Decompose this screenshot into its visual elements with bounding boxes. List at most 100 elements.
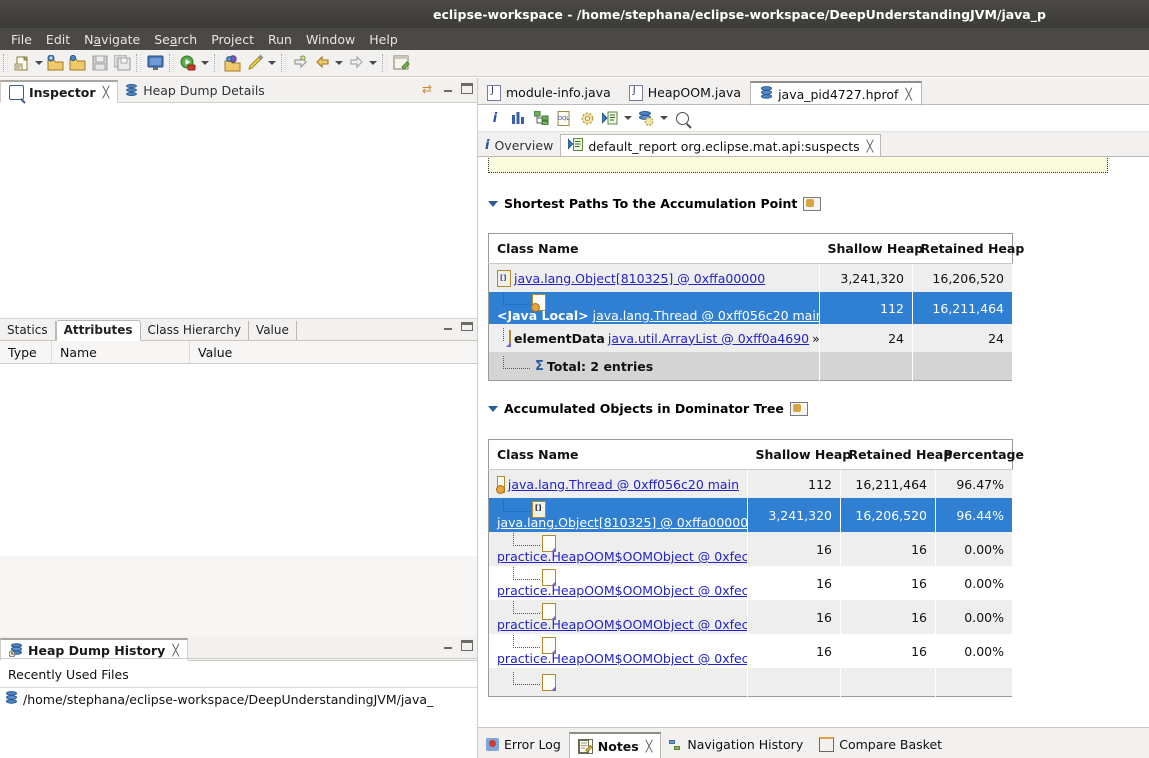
maximize-icon-sub[interactable] bbox=[461, 322, 473, 331]
object-link[interactable]: java.lang.Thread @ 0xff056c20 main bbox=[593, 308, 819, 323]
chevron-down-icon-report[interactable] bbox=[622, 107, 634, 129]
maximize-icon-hdh[interactable] bbox=[461, 640, 473, 651]
tab-navigation-history[interactable]: Navigation History bbox=[661, 731, 811, 758]
tab-class-hierarchy[interactable]: Class Hierarchy bbox=[141, 321, 249, 340]
column-type[interactable]: Type bbox=[0, 341, 52, 363]
close-icon-hdh[interactable]: ╳ bbox=[172, 644, 179, 657]
search-icon[interactable] bbox=[671, 107, 693, 129]
cell-class-name[interactable] bbox=[488, 668, 748, 697]
column-shallow-heap[interactable]: Shallow Heap bbox=[747, 439, 851, 470]
table-row[interactable]: practice.HeapOOM$OOMObject @ 0xfec00020 … bbox=[488, 600, 1013, 634]
column-retained-heap[interactable]: Retained Heap bbox=[912, 233, 1024, 264]
forward-arrow-icon[interactable] bbox=[345, 52, 367, 74]
chevron-down-icon-back[interactable] bbox=[333, 52, 345, 74]
table-row[interactable]: elementData java.util.ArrayList @ 0xff0a… bbox=[488, 324, 1013, 352]
minimize-icon-hdh[interactable] bbox=[443, 640, 454, 651]
editor-tab-module-info[interactable]: module-info.java bbox=[478, 80, 620, 105]
report-content[interactable]: Arrays.java:3026 Shortest Paths To the A… bbox=[478, 157, 1149, 728]
table-row-selected[interactable]: <Java Local> java.lang.Thread @ 0xff056c… bbox=[488, 292, 1013, 324]
column-name[interactable]: Name bbox=[52, 341, 190, 363]
oql-icon[interactable]: OQL bbox=[553, 107, 575, 129]
gear-icon[interactable] bbox=[576, 107, 598, 129]
minimize-icon[interactable] bbox=[443, 83, 454, 94]
dominator-tree-icon[interactable] bbox=[530, 107, 552, 129]
menu-item-project[interactable]: Project bbox=[204, 30, 261, 49]
object-link[interactable]: java.util.ArrayList @ 0xff0a4690 bbox=[608, 331, 809, 346]
snapshot-icon-sec1[interactable] bbox=[803, 196, 822, 211]
table-row[interactable]: practice.HeapOOM$OOMObject @ 0xfec00010 … bbox=[488, 566, 1013, 600]
object-link[interactable]: practice.HeapOOM$OOMObject @ 0xfec00010 bbox=[497, 583, 747, 598]
new-file-icon[interactable] bbox=[11, 52, 33, 74]
object-link[interactable]: practice.HeapOOM$OOMObject @ 0xfec00030 bbox=[497, 651, 747, 666]
left-horizontal-splitter[interactable] bbox=[0, 658, 477, 659]
toolbar-grip[interactable] bbox=[3, 54, 8, 72]
object-link[interactable]: practice.HeapOOM$OOMObject @ 0xfec00020 bbox=[497, 617, 747, 632]
shortest-paths-table[interactable]: Class Name Shallow Heap Retained Heap []… bbox=[488, 233, 1024, 381]
tab-heap-dump-details[interactable]: Heap Dump Details bbox=[118, 79, 273, 102]
tab-notes[interactable]: Notes ╳ bbox=[568, 732, 662, 758]
minimize-icon-sub[interactable] bbox=[443, 321, 454, 332]
cell-class-name[interactable]: <Java Local> java.lang.Thread @ 0xff056c… bbox=[488, 292, 820, 324]
back-arrow-icon[interactable] bbox=[311, 52, 333, 74]
editor-tab-heapoom[interactable]: HeapOOM.java bbox=[620, 80, 750, 105]
table-row-partial[interactable] bbox=[488, 668, 1013, 697]
tab-compare-basket[interactable]: Compare Basket bbox=[811, 731, 950, 758]
next-annotation-icon[interactable] bbox=[289, 52, 311, 74]
cell-class-name[interactable]: practice.HeapOOM$OOMObject @ 0xfec00010 bbox=[488, 566, 748, 600]
tab-inspector[interactable]: Inspector ╳ bbox=[0, 80, 119, 103]
table-row-selected[interactable]: [] java.lang.Object[810325] @ 0xffa00000… bbox=[488, 498, 1013, 532]
histogram-icon[interactable] bbox=[507, 107, 529, 129]
save-all-icon[interactable] bbox=[111, 52, 133, 74]
report-tab-overview[interactable]: i Overview bbox=[478, 133, 560, 157]
cell-class-name[interactable]: practice.HeapOOM$OOMObject @ 0xfec00000 bbox=[488, 532, 748, 566]
attributes-table-body[interactable] bbox=[0, 364, 477, 556]
debug-icon[interactable] bbox=[222, 52, 244, 74]
menu-item-file[interactable]: File bbox=[4, 30, 39, 49]
dominator-tree-table[interactable]: Class Name Shallow Heap Retained Heap Pe… bbox=[488, 439, 1024, 697]
chevron-down-icon-sec1[interactable] bbox=[488, 200, 498, 207]
tab-statics[interactable]: Statics bbox=[0, 321, 56, 340]
link-with-selection-icon[interactable]: ⇄ bbox=[422, 82, 436, 96]
run-report-icon[interactable] bbox=[599, 107, 621, 129]
tab-error-log[interactable]: Error Log bbox=[478, 731, 569, 758]
column-class-name[interactable]: Class Name bbox=[488, 439, 748, 470]
cell-class-name[interactable]: elementData java.util.ArrayList @ 0xff0a… bbox=[488, 324, 820, 352]
info-icon[interactable]: i bbox=[484, 107, 506, 129]
cell-class-name[interactable]: practice.HeapOOM$OOMObject @ 0xfec00020 bbox=[488, 600, 748, 634]
menu-item-edit[interactable]: Edit bbox=[39, 30, 77, 49]
new-editor-icon[interactable] bbox=[390, 52, 412, 74]
snapshot-icon-sec2[interactable] bbox=[789, 401, 808, 416]
tab-value[interactable]: Value bbox=[249, 321, 297, 340]
save-icon[interactable] bbox=[89, 52, 111, 74]
cell-class-name[interactable]: practice.HeapOOM$OOMObject @ 0xfec00030 bbox=[488, 634, 748, 668]
open-folder-icon[interactable] bbox=[67, 52, 89, 74]
menu-item-navigate[interactable]: Navigate bbox=[77, 30, 147, 49]
section-accumulated-objects-header[interactable]: Accumulated Objects in Dominator Tree bbox=[488, 401, 808, 416]
table-row-total[interactable]: Σ Total: 2 entries bbox=[488, 352, 1013, 381]
column-percentage[interactable]: Percentage bbox=[935, 439, 1024, 470]
toolbar-grip-4[interactable] bbox=[214, 54, 219, 72]
close-icon-report[interactable]: ╳ bbox=[867, 140, 874, 153]
toolbar-grip-3[interactable] bbox=[169, 54, 174, 72]
column-shallow-heap[interactable]: Shallow Heap bbox=[819, 233, 923, 264]
column-retained-heap[interactable]: Retained Heap bbox=[840, 439, 952, 470]
list-item[interactable]: /home/stephana/eclipse-workspace/DeepUnd… bbox=[0, 688, 477, 710]
column-class-name[interactable]: Class Name bbox=[488, 233, 820, 264]
cell-class-name[interactable]: [] java.lang.Object[810325] @ 0xffa00000 bbox=[488, 498, 748, 532]
menu-item-run[interactable]: Run bbox=[261, 30, 299, 49]
chevron-down-icon-sec2[interactable] bbox=[488, 405, 498, 412]
cell-class-name[interactable]: java.lang.Thread @ 0xff056c20 main bbox=[488, 469, 748, 498]
chevron-down-icon-run[interactable] bbox=[199, 52, 211, 74]
console-icon[interactable] bbox=[144, 52, 166, 74]
open-folder-plus-icon[interactable] bbox=[45, 52, 67, 74]
toolbar-grip-5[interactable] bbox=[281, 54, 286, 72]
chevron-down-icon-query[interactable] bbox=[658, 107, 670, 129]
chevron-down-icon-fwd[interactable] bbox=[367, 52, 379, 74]
table-row[interactable]: java.lang.Thread @ 0xff056c20 main 112 1… bbox=[488, 469, 1013, 498]
object-link[interactable]: practice.HeapOOM$OOMObject @ 0xfec00000 bbox=[497, 549, 747, 564]
run-icon[interactable] bbox=[177, 52, 199, 74]
table-row[interactable]: [] java.lang.Object[810325] @ 0xffa00000… bbox=[488, 263, 1013, 292]
close-icon-editor[interactable]: ╳ bbox=[905, 88, 912, 101]
cell-class-name[interactable]: [] java.lang.Object[810325] @ 0xffa00000 bbox=[488, 263, 820, 292]
editor-tab-hprof[interactable]: java_pid4727.hprof ╳ bbox=[750, 81, 923, 106]
